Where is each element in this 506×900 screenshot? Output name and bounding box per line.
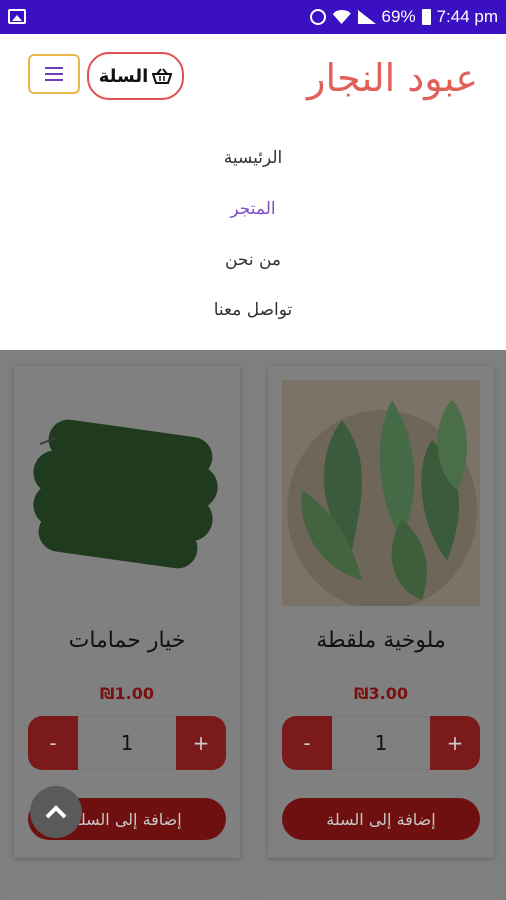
basket-icon (152, 68, 173, 84)
product-image-cucumber[interactable] (28, 380, 226, 606)
cart-label: السلة (98, 65, 149, 87)
product-image-molokhia[interactable] (282, 380, 480, 606)
product-card: ملوخية ملقطة ₪3.00 - 1 + إضافة إلى السلة (268, 366, 494, 858)
battery-icon (421, 9, 431, 25)
nav-item-home[interactable]: الرئيسية (0, 148, 506, 168)
chevron-up-icon (45, 805, 67, 819)
image-icon (8, 9, 26, 24)
quantity-input[interactable]: 1 (78, 716, 176, 770)
quantity-stepper: - 1 + (282, 716, 480, 770)
nav-item-about[interactable]: من نحن (0, 250, 506, 270)
wifi-icon (331, 10, 352, 24)
add-to-cart-button[interactable]: إضافة إلى السلة (282, 798, 480, 840)
status-bar: 69% 7:44 pm (0, 0, 506, 34)
cart-button[interactable]: السلة (87, 52, 184, 100)
decrement-button[interactable]: - (28, 716, 78, 770)
app-header: السلة عبود النجار (0, 34, 506, 122)
product-price: ₪1.00 (100, 684, 154, 703)
hamburger-icon-line (45, 73, 63, 75)
signal-icon (357, 10, 376, 24)
menu-button[interactable] (28, 54, 80, 94)
alarm-icon (309, 9, 326, 25)
hamburger-icon-line (45, 79, 63, 81)
hamburger-icon-line (45, 67, 63, 69)
product-card: خيار حمامات ₪1.00 - 1 + إضافة إلى السلة (14, 366, 240, 858)
quantity-input[interactable]: 1 (332, 716, 430, 770)
product-grid: ملوخية ملقطة ₪3.00 - 1 + إضافة إلى السلة… (0, 350, 506, 900)
nav-item-contact[interactable]: تواصل معنا (0, 300, 506, 320)
increment-button[interactable]: + (176, 716, 226, 770)
nav-item-shop[interactable]: المتجر (0, 199, 506, 219)
status-icons: 69% 7:44 pm (309, 0, 498, 34)
product-price: ₪3.00 (354, 684, 408, 703)
product-name[interactable]: ملوخية ملقطة (268, 628, 494, 653)
increment-button[interactable]: + (430, 716, 480, 770)
product-card (268, 880, 494, 900)
nav-menu: الرئيسية المتجر من نحن تواصل معنا (0, 122, 506, 350)
brand-logo[interactable]: عبود النجار (307, 56, 478, 100)
clock: 7:44 pm (436, 7, 498, 26)
battery-percent: 69% (381, 7, 416, 26)
quantity-stepper: - 1 + (28, 716, 226, 770)
product-name[interactable]: خيار حمامات (14, 628, 240, 653)
product-card (14, 880, 240, 900)
scroll-to-top-button[interactable] (30, 786, 82, 838)
decrement-button[interactable]: - (282, 716, 332, 770)
